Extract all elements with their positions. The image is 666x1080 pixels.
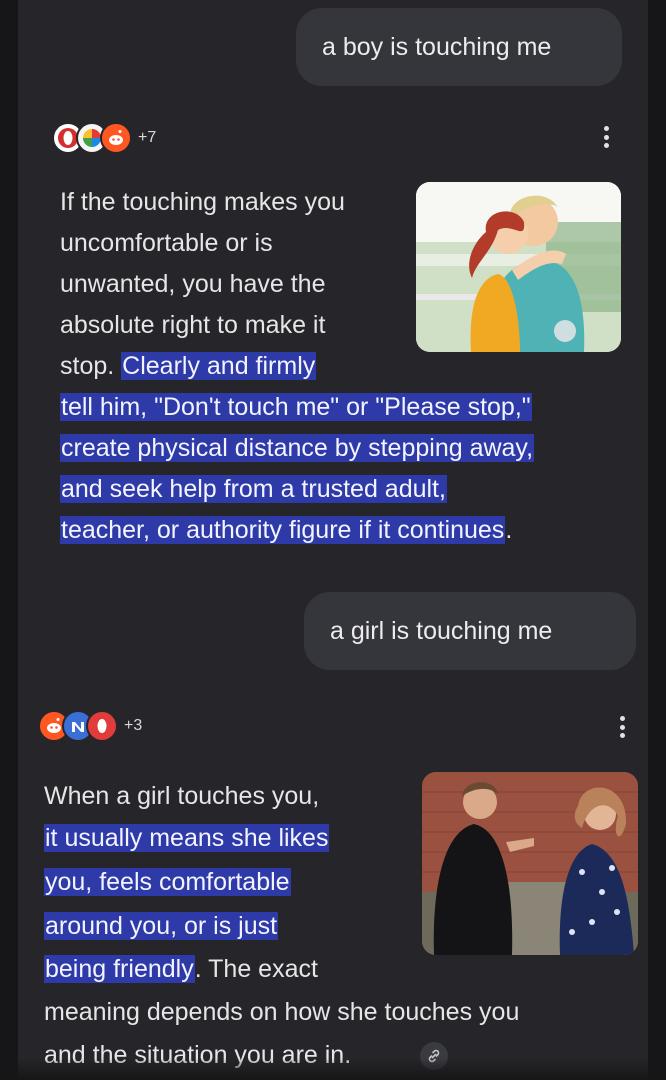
response-text-line: teacher, or authority figure if it conti…	[60, 514, 512, 547]
highlighted-text[interactable]: it usually means she likes	[44, 824, 330, 852]
highlighted-text[interactable]: and seek help from a trusted adult,	[60, 475, 447, 503]
response-text-segment: stop.	[60, 352, 115, 380]
source-favicons[interactable]: +7	[52, 118, 156, 158]
source-count: +7	[138, 129, 157, 146]
highlighted-text[interactable]: teacher, or authority figure if it conti…	[60, 516, 506, 544]
response-image[interactable]	[416, 182, 621, 352]
more-options-icon[interactable]	[612, 712, 632, 742]
highlighted-text[interactable]: around you, or is just	[44, 912, 279, 940]
response-image[interactable]	[422, 772, 638, 955]
response-text-line: tell him, "Don't touch me" or "Please st…	[60, 391, 532, 424]
response-text-line: it usually means she likes	[44, 822, 330, 855]
source-favicons[interactable]: +3	[38, 706, 142, 746]
source-icon[interactable]	[100, 122, 132, 154]
highlighted-text[interactable]: create physical distance by stepping awa…	[60, 434, 535, 462]
highlighted-text[interactable]: Clearly and firmly	[121, 352, 317, 380]
response-text-line: being friendly. The exact	[44, 953, 318, 986]
response-text-line: absolute right to make it	[60, 311, 326, 339]
response-text-line: unwanted, you have the	[60, 270, 326, 298]
highlighted-text[interactable]: being friendly	[44, 955, 195, 983]
bottom-fade	[0, 1058, 666, 1080]
source-icon[interactable]	[86, 710, 118, 742]
user-message-bubble: a boy is touching me	[296, 8, 622, 86]
hug-illustration	[416, 182, 621, 352]
opera-icon	[93, 717, 111, 735]
user-message-text: a girl is touching me	[330, 616, 553, 645]
couple-photo	[422, 772, 638, 955]
response-text-line: If the touching makes you	[60, 188, 345, 216]
response-text-line: meaning depends on how she touches you	[44, 998, 520, 1026]
highlighted-text[interactable]: tell him, "Don't touch me" or "Please st…	[60, 393, 532, 421]
response-text-segment: . The exact	[194, 955, 318, 983]
user-message-bubble: a girl is touching me	[304, 592, 636, 670]
response-text-line: When a girl touches you,	[44, 782, 320, 810]
response-text-segment: .	[505, 516, 513, 544]
response-text-line: create physical distance by stepping awa…	[60, 432, 535, 465]
user-message-text: a boy is touching me	[322, 32, 552, 61]
response-text-line: and seek help from a trusted adult,	[60, 473, 447, 506]
source-count: +3	[124, 717, 143, 734]
highlighted-text[interactable]: you, feels comfortable	[44, 868, 291, 896]
response-text-line: you, feels comfortable	[44, 866, 291, 899]
response-text-line: around you, or is just	[44, 910, 279, 943]
response-text-line: uncomfortable or is	[60, 229, 273, 257]
response-text-line: stop. Clearly and firmly	[60, 350, 317, 383]
more-options-icon[interactable]	[596, 122, 616, 152]
reddit-icon	[109, 130, 123, 145]
carousel-dot[interactable]	[554, 320, 576, 342]
